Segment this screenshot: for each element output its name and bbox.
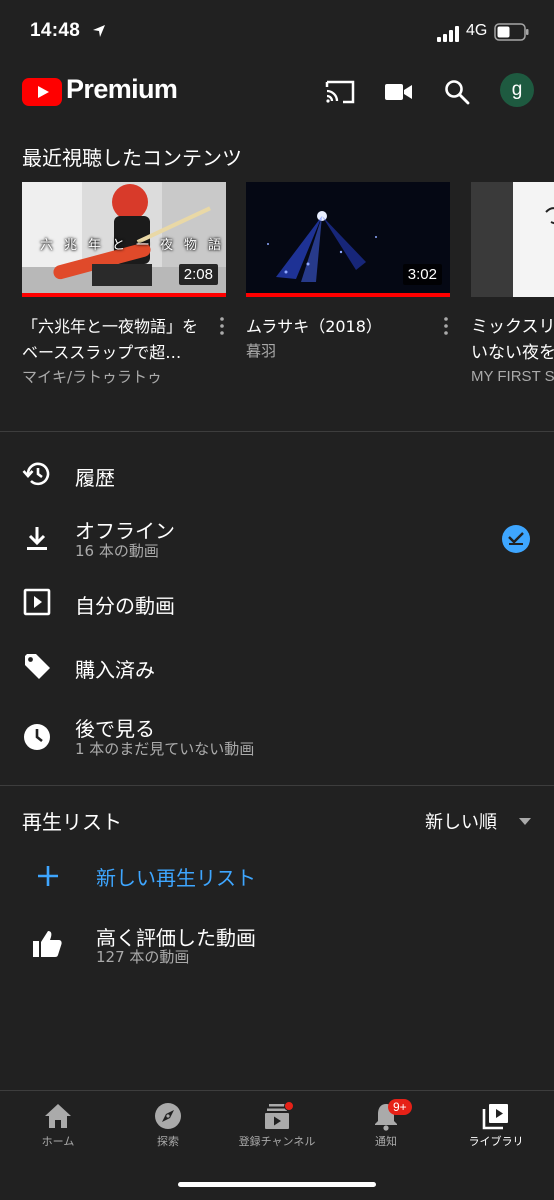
menu-label: 自分の動画: [75, 594, 175, 618]
video-title[interactable]: ムラサキ（2018） 暮羽: [246, 314, 426, 362]
add-icon[interactable]: [36, 864, 60, 888]
network-type: 4G: [466, 22, 488, 39]
menu-item-watch-later[interactable]: 後で見る 1 本のまだ見ていない動画: [0, 708, 554, 766]
tag-icon: [25, 654, 50, 679]
duration-badge: 2:08: [178, 264, 218, 285]
menu-sublabel: 16 本の動画: [75, 542, 159, 560]
video-thumbnail[interactable]: 3:02: [246, 182, 450, 297]
new-playlist-button[interactable]: 新しい再生リスト: [96, 862, 256, 891]
menu-label: 履歴: [75, 466, 115, 490]
recent-video-card[interactable]: 3:02 ムラサキ（2018） 暮羽: [246, 182, 450, 360]
thumbs-up-icon[interactable]: [32, 928, 64, 960]
video-title-text: ミックスリ いない夜を: [471, 317, 554, 363]
divider: [0, 431, 554, 432]
video-title[interactable]: 「六兆年と一夜物語」をベーススラップで超… マイキ/ラトゥラトゥ: [22, 314, 202, 388]
status-bar: 14:48 4G: [0, 0, 554, 64]
video-thumbnail[interactable]: 六兆年と一夜物語 2:08: [22, 182, 226, 297]
battery-icon: [494, 23, 529, 41]
video-title-text: ムラサキ（2018）: [246, 317, 382, 336]
my-videos-icon: [23, 588, 51, 616]
nav-label: ライブラリ: [468, 1135, 524, 1148]
avatar-letter: g: [511, 79, 523, 100]
sort-dropdown[interactable]: 新しい順: [425, 808, 497, 834]
nav-tab-subscriptions[interactable]: 登録チャンネル: [222, 1091, 332, 1155]
watch-progress-bar: [246, 293, 450, 297]
nav-tab-home[interactable]: ホーム: [3, 1091, 113, 1155]
menu-item-offline[interactable]: オフライン 16 本の動画: [0, 510, 554, 568]
nav-label: 登録チャンネル: [238, 1135, 316, 1148]
nav-label: 通知: [375, 1135, 397, 1148]
video-channel: マイキ/ラトゥラトゥ: [22, 368, 163, 386]
app-header: Premium g: [0, 64, 554, 118]
menu-item-my-videos[interactable]: 自分の動画: [0, 573, 554, 631]
video-channel: MY FIRST S: [471, 368, 554, 385]
nav-tab-library[interactable]: ライブラリ: [441, 1091, 551, 1155]
nav-label: 探索: [157, 1135, 179, 1148]
divider: [0, 785, 554, 786]
signal-icon: [437, 26, 459, 42]
compass-icon: [155, 1103, 181, 1129]
download-icon: [27, 527, 47, 550]
video-title[interactable]: ミックスリ いない夜を MY FIRST S: [471, 314, 554, 388]
avatar[interactable]: g: [500, 73, 534, 107]
recent-videos-carousel[interactable]: 六兆年と一夜物語 2:08 「六兆年と一夜物語」をベーススラップで超… マイキ/…: [0, 182, 554, 392]
offline-check-icon: [502, 525, 530, 553]
video-title-text: 「六兆年と一夜物語」をベーススラップで超…: [22, 317, 199, 362]
location-arrow-icon: [93, 25, 105, 37]
notification-count-badge: 9+: [388, 1099, 412, 1115]
clock-icon: [24, 724, 50, 750]
youtube-logo-icon[interactable]: [22, 78, 62, 106]
menu-sublabel: 1 本のまだ見ていない動画: [75, 740, 255, 758]
menu-item-purchases[interactable]: 購入済み: [0, 637, 554, 695]
watch-progress-bar: [22, 293, 226, 297]
search-icon[interactable]: [439, 74, 475, 110]
new-content-dot: [284, 1101, 294, 1111]
menu-label: 購入済み: [75, 658, 155, 682]
status-time: 14:48: [30, 20, 81, 41]
video-channel: 暮羽: [246, 342, 277, 360]
thumbnail-image: [471, 182, 554, 297]
library-icon: [482, 1104, 508, 1130]
video-thumbnail[interactable]: [471, 182, 554, 297]
dropdown-arrow-icon[interactable]: [519, 818, 531, 826]
home-indicator[interactable]: [178, 1182, 376, 1187]
cast-icon[interactable]: [322, 74, 358, 110]
nav-label: ホーム: [41, 1135, 75, 1148]
thumbnail-caption: 六兆年と一夜物語: [40, 238, 226, 253]
playlists-title: 再生リスト: [22, 810, 122, 834]
menu-item-history[interactable]: 履歴: [0, 445, 554, 503]
recent-video-card[interactable]: 六兆年と一夜物語 2:08 「六兆年と一夜物語」をベーススラップで超… マイキ/…: [22, 182, 226, 386]
liked-videos-count: 127 本の動画: [96, 948, 190, 966]
nav-tab-notifications[interactable]: 9+ 通知: [331, 1091, 441, 1155]
more-vert-icon[interactable]: [218, 316, 226, 336]
home-icon: [45, 1104, 71, 1128]
more-vert-icon[interactable]: [442, 316, 450, 336]
history-icon: [22, 462, 50, 486]
nav-tab-explore[interactable]: 探索: [113, 1091, 223, 1155]
premium-logo-text[interactable]: Premium: [66, 74, 178, 105]
video-camera-icon[interactable]: [381, 74, 417, 110]
recent-section-title: 最近視聴したコンテンツ: [22, 146, 242, 170]
recent-video-card[interactable]: ミックスリ いない夜を MY FIRST S: [471, 182, 554, 385]
duration-badge: 3:02: [402, 264, 442, 285]
